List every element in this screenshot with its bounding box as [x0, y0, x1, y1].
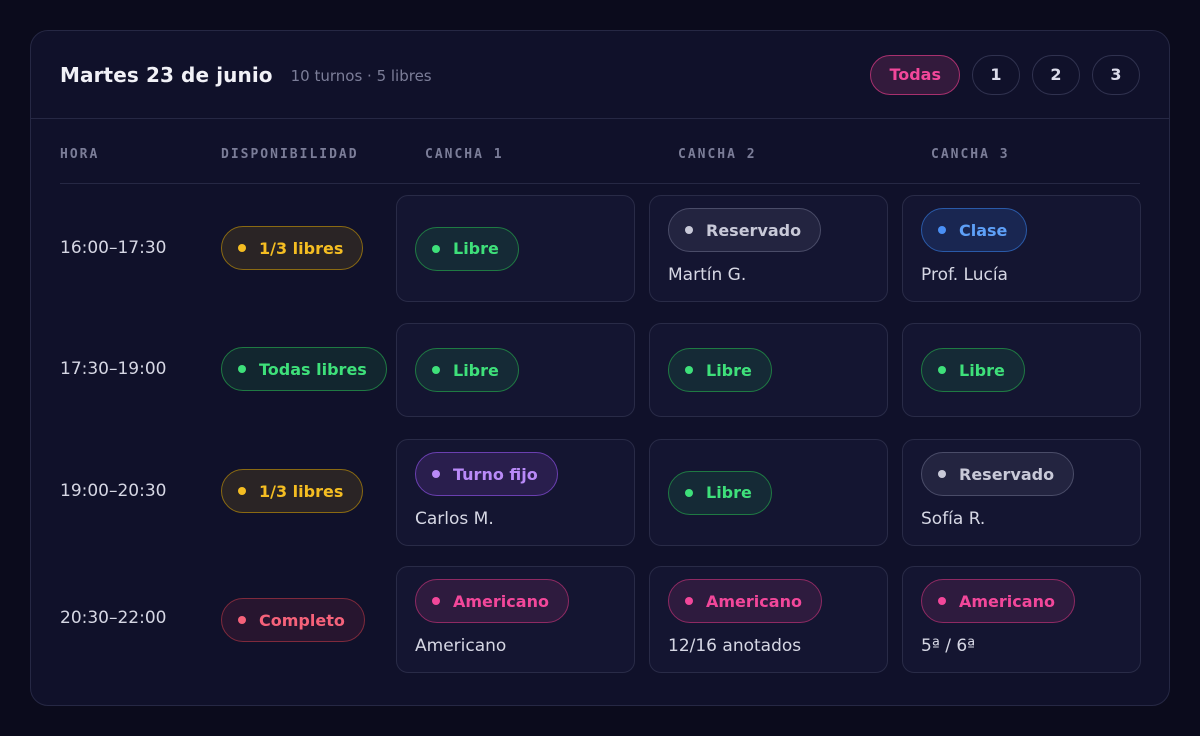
status-label: Libre	[706, 360, 752, 380]
time-slot: 20:30–22:00	[60, 608, 167, 628]
status-dot-icon	[238, 244, 246, 252]
booking-detail: Prof. Lucía	[921, 265, 1008, 285]
status-dot-icon	[432, 244, 440, 253]
status-label: Reservado	[706, 220, 802, 240]
time-slot: 16:00–17:30	[60, 238, 167, 258]
status-dot-icon	[685, 488, 693, 497]
court-slot[interactable]: Libre	[902, 323, 1141, 417]
status-dot-icon	[938, 597, 946, 605]
status-dot-icon	[938, 226, 946, 234]
booking-detail: 5ª / 6ª	[921, 636, 976, 656]
status-label: Americano	[959, 591, 1055, 611]
status-badge: Reservado	[921, 452, 1075, 496]
status-dot-icon	[685, 597, 693, 605]
status-label: Americano	[706, 591, 802, 611]
time-slot: 19:00–20:30	[60, 481, 167, 501]
booking-detail: Americano	[415, 636, 507, 656]
status-label: Clase	[959, 220, 1008, 240]
status-dot-icon	[238, 616, 246, 624]
booking-detail: 12/16 anotados	[668, 636, 802, 656]
status-label: Libre	[959, 360, 1005, 380]
status-dot-icon	[685, 226, 693, 234]
status-badge: Libre	[668, 348, 772, 392]
availability-badge: Completo	[221, 598, 365, 642]
page-subtitle: 10 turnos · 5 libres	[290, 66, 432, 85]
status-badge: Libre	[921, 348, 1025, 392]
court-slot[interactable]: Americano 5ª / 6ª	[902, 566, 1141, 673]
court-filter: Todas 1 2 3	[870, 54, 1140, 95]
status-badge: Libre	[415, 348, 519, 392]
court-slot[interactable]: Libre	[396, 195, 635, 302]
column-header-court-3: CANCHA 3	[931, 147, 1010, 162]
court-slot[interactable]: Libre	[649, 323, 888, 417]
status-dot-icon	[432, 366, 440, 374]
status-label: Reservado	[959, 464, 1055, 484]
court-slot[interactable]: Reservado Martín G.	[649, 195, 888, 302]
status-label: Americano	[453, 591, 549, 611]
status-badge: Americano	[921, 579, 1075, 623]
status-dot-icon	[685, 366, 693, 374]
page-title: Martes 23 de junio	[60, 62, 273, 87]
filter-court-2-button[interactable]: 2	[1032, 54, 1080, 95]
availability-label: 1/3 libres	[259, 238, 344, 258]
status-dot-icon	[432, 470, 440, 478]
status-label: Libre	[453, 360, 499, 380]
status-dot-icon	[938, 366, 946, 374]
status-badge: Turno fijo	[415, 452, 558, 496]
schedule-header: Martes 23 de junio 10 turnos · 5 libres …	[31, 31, 1169, 119]
status-label: Libre	[453, 239, 499, 258]
court-slot[interactable]: Reservado Sofía R.	[902, 439, 1141, 546]
status-badge: Libre	[415, 226, 519, 271]
status-dot-icon	[938, 470, 946, 478]
status-label: Turno fijo	[453, 464, 538, 484]
filter-court-3-button[interactable]: 3	[1092, 54, 1140, 95]
status-dot-icon	[238, 365, 246, 373]
status-dot-icon	[238, 487, 246, 495]
court-slot[interactable]: Turno fijo Carlos M.	[396, 439, 635, 546]
court-slot[interactable]: Americano Americano	[396, 566, 635, 673]
availability-label: 1/3 libres	[259, 481, 344, 501]
availability-label: Completo	[259, 610, 345, 630]
booking-detail: Sofía R.	[921, 509, 986, 529]
status-badge: Americano	[668, 579, 822, 623]
availability-badge: Todas libres	[221, 347, 387, 391]
availability-badge: 1/3 libres	[221, 469, 364, 513]
court-slot[interactable]: Americano 12/16 anotados	[649, 566, 888, 673]
booking-detail: Martín G.	[668, 265, 747, 285]
booking-detail: Carlos M.	[415, 509, 494, 529]
column-header-availability: DISPONIBILIDAD	[221, 147, 359, 162]
court-slot[interactable]: Clase Prof. Lucía	[902, 195, 1141, 302]
schedule-panel: Martes 23 de junio 10 turnos · 5 libres …	[30, 30, 1170, 706]
availability-badge: 1/3 libres	[221, 226, 364, 270]
column-header-court-1: CANCHA 1	[425, 147, 504, 162]
court-slot[interactable]: Libre	[649, 439, 888, 546]
status-badge: Americano	[415, 579, 569, 623]
status-badge: Clase	[921, 208, 1028, 252]
status-label: Libre	[706, 483, 752, 502]
status-badge: Reservado	[668, 208, 822, 252]
table-header: HORA DISPONIBILIDAD CANCHA 1 CANCHA 2 CA…	[60, 143, 1140, 184]
column-header-time: HORA	[60, 147, 100, 162]
court-slot[interactable]: Libre	[396, 323, 635, 417]
availability-label: Todas libres	[259, 359, 367, 379]
status-dot-icon	[432, 597, 440, 605]
status-badge: Libre	[668, 470, 772, 515]
column-header-court-2: CANCHA 2	[678, 147, 757, 162]
filter-court-1-button[interactable]: 1	[972, 54, 1020, 95]
time-slot: 17:30–19:00	[60, 359, 167, 379]
filter-all-button[interactable]: Todas	[870, 54, 960, 95]
